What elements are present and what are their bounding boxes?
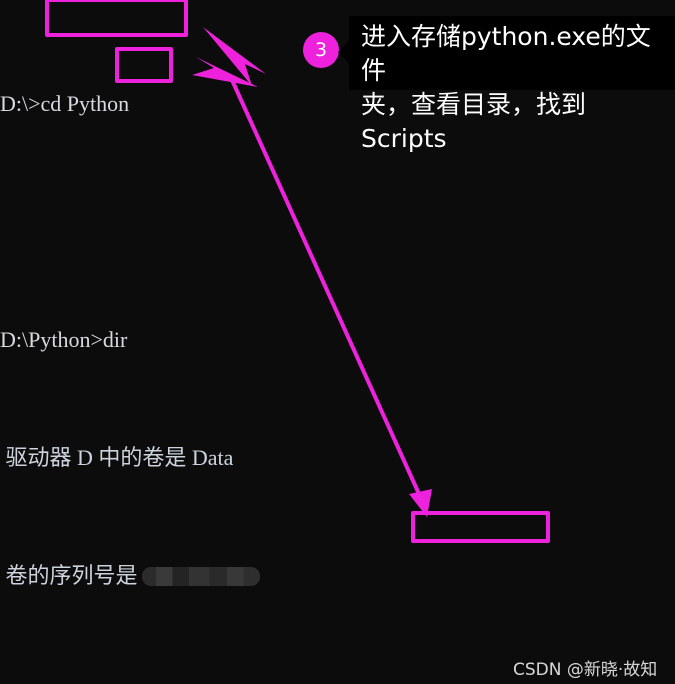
prompt-text-1: D:\> [0, 90, 41, 116]
callout-bubble: 进入存储python.exe的文件 夹，查看目录，找到Scripts [349, 16, 675, 153]
command-dir[interactable]: dir [103, 327, 127, 352]
command-cd-python[interactable]: cd Python [41, 91, 130, 116]
serial-number-line: 卷的序列号是 [0, 561, 675, 591]
watermark: CSDN @新晓·故知 [513, 660, 658, 680]
callout-line-2: 夹，查看目录，找到Scripts [361, 90, 587, 153]
volume-label-line: 驱动器 D 中的卷是 Data [0, 444, 234, 470]
highlight-box-cd-python [45, 0, 188, 37]
step-number-badge: 3 [303, 32, 339, 68]
serial-number-label: 卷的序列号是 [0, 562, 138, 588]
serial-number-redacted [141, 566, 260, 586]
callout-line-1: 进入存储python.exe的文件 [361, 22, 651, 85]
prompt-text-2: D:\Python> [0, 326, 103, 352]
prompt-line-2: D:\Python>dir [0, 325, 675, 355]
screenshot-root: D:\>cd Python D:\Python>dir 驱动器 D 中的卷是 D… [0, 0, 675, 684]
highlight-box-scripts [411, 511, 550, 543]
callout-notch [338, 41, 349, 63]
highlight-box-dir [115, 47, 173, 83]
